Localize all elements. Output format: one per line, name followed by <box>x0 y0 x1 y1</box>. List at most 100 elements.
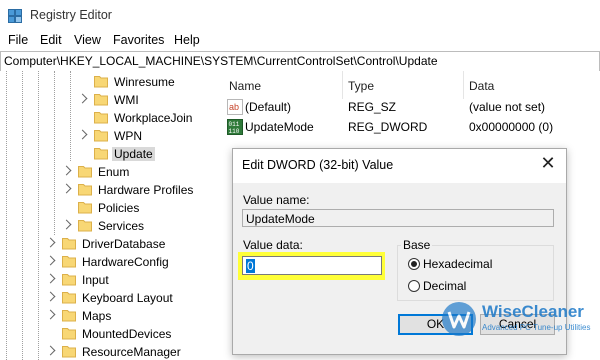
value-name-text: UpdateMode <box>246 212 315 226</box>
tree-item-enum[interactable]: Enum <box>0 163 217 181</box>
tree-item-label: WorkplaceJoin <box>114 111 193 125</box>
column-divider[interactable] <box>342 71 343 99</box>
tree-item-label: Input <box>82 273 109 287</box>
chevron-right-icon[interactable] <box>61 165 72 176</box>
tree-item-label: Winresume <box>114 75 175 89</box>
close-icon[interactable]: ✕ <box>538 154 558 174</box>
value-name: UpdateMode <box>245 120 314 134</box>
wisecleaner-logo-icon <box>442 302 476 336</box>
tree-item-policies[interactable]: Policies <box>0 199 217 217</box>
tree-item-input[interactable]: Input <box>0 271 217 289</box>
tree-item-wmi[interactable]: WMI <box>0 91 217 109</box>
chevron-right-icon[interactable] <box>45 309 56 320</box>
folder-icon <box>62 292 76 304</box>
base-label: Base <box>401 238 433 252</box>
folder-icon <box>78 166 92 178</box>
watermark-name: WiseCleaner <box>482 302 584 321</box>
chevron-right-icon[interactable] <box>61 219 72 230</box>
decimal-label[interactable]: Decimal <box>423 279 466 293</box>
chevron-right-icon[interactable] <box>45 273 56 284</box>
tree-item-keyboard-layout[interactable]: Keyboard Layout <box>0 289 217 307</box>
folder-icon <box>94 94 108 106</box>
svg-text:011: 011 <box>229 121 240 128</box>
watermark-tagline: Advanced PC Tune-up Utilities <box>482 323 591 332</box>
menu-help[interactable]: Help <box>174 33 200 47</box>
svg-text:ab: ab <box>229 102 239 112</box>
value-data-text: 0 <box>246 259 255 273</box>
wisecleaner-watermark: WiseCleaner Advanced PC Tune-up Utilitie… <box>440 298 600 344</box>
value-name-label: Value name: <box>243 193 310 207</box>
tree-item-label: Update <box>112 147 155 161</box>
tree-item-label: HardwareConfig <box>82 255 169 269</box>
folder-icon <box>94 130 108 142</box>
folder-icon <box>78 220 92 232</box>
menu-bar: File Edit View Favorites Help <box>0 31 600 51</box>
menu-file[interactable]: File <box>8 33 28 47</box>
tree-item-label: DriverDatabase <box>82 237 166 251</box>
column-header-data[interactable]: Data <box>469 79 494 93</box>
menu-favorites[interactable]: Favorites <box>113 33 164 47</box>
tree-item-workplacejoin[interactable]: WorkplaceJoin <box>0 109 217 127</box>
folder-icon <box>78 202 92 214</box>
folder-icon <box>94 76 108 88</box>
tree-item-label: Services <box>98 219 145 233</box>
registry-editor-icon <box>8 9 22 23</box>
folder-icon <box>78 184 92 196</box>
column-header-name[interactable]: Name <box>229 79 261 93</box>
tree-item-wpn[interactable]: WPN <box>0 127 217 145</box>
column-divider[interactable] <box>463 71 464 99</box>
chevron-right-icon[interactable] <box>45 237 56 248</box>
registry-tree[interactable]: Winresume WMI WorkplaceJoin WPN Update E… <box>0 71 218 360</box>
folder-icon <box>62 274 76 286</box>
chevron-right-icon[interactable] <box>45 291 56 302</box>
tree-item-label: Enum <box>98 165 130 179</box>
list-header: Name Type Data <box>221 71 600 99</box>
hexadecimal-radio[interactable] <box>408 258 420 270</box>
value-data-input[interactable]: 0 <box>242 256 382 275</box>
chevron-right-icon[interactable] <box>77 93 88 104</box>
value-name-field[interactable]: UpdateMode <box>242 209 554 227</box>
tree-item-label: Hardware Profiles <box>98 183 194 197</box>
value-row-default[interactable]: ab (Default) REG_SZ (value not set) <box>221 98 600 116</box>
tree-item-hardware-profiles[interactable]: Hardware Profiles <box>0 181 217 199</box>
tree-item-label: ResourceManager <box>82 345 181 359</box>
column-header-type[interactable]: Type <box>348 79 374 93</box>
folder-icon <box>94 112 108 124</box>
folder-icon <box>62 256 76 268</box>
folder-icon <box>62 310 76 322</box>
value-type: REG_SZ <box>348 100 397 114</box>
dialog-title: Edit DWORD (32-bit) Value <box>242 158 394 172</box>
tree-item-hardwareconfig[interactable]: HardwareConfig <box>0 253 217 271</box>
tree-item-services[interactable]: Services <box>0 217 217 235</box>
folder-icon <box>62 328 76 340</box>
dword-value-icon: 011 110 <box>227 119 243 135</box>
decimal-radio[interactable] <box>408 280 420 292</box>
folder-icon <box>62 346 76 358</box>
title-bar: Registry Editor <box>0 0 600 31</box>
base-groupbox <box>397 245 554 301</box>
tree-item-driverdatabase[interactable]: DriverDatabase <box>0 235 217 253</box>
menu-edit[interactable]: Edit <box>40 33 62 47</box>
svg-text:110: 110 <box>229 128 240 135</box>
address-path: Computer\HKEY_LOCAL_MACHINE\SYSTEM\Curre… <box>4 54 438 68</box>
tree-item-update[interactable]: Update <box>0 145 217 163</box>
chevron-right-icon[interactable] <box>45 345 56 356</box>
menu-view[interactable]: View <box>74 33 101 47</box>
tree-item-label: Maps <box>82 309 112 323</box>
folder-icon <box>62 238 76 250</box>
address-bar[interactable]: Computer\HKEY_LOCAL_MACHINE\SYSTEM\Curre… <box>0 51 600 72</box>
tree-item-label: WMI <box>114 93 139 107</box>
value-data-label: Value data: <box>243 238 303 252</box>
chevron-right-icon[interactable] <box>45 255 56 266</box>
value-row-updatemode[interactable]: 011 110 UpdateMode REG_DWORD 0x00000000 … <box>221 118 600 136</box>
tree-item-maps[interactable]: Maps <box>0 307 217 325</box>
tree-item-winresume[interactable]: Winresume <box>0 73 217 91</box>
tree-item-label: Keyboard Layout <box>82 291 173 305</box>
tree-item-resourcemanager[interactable]: ResourceManager <box>0 343 217 360</box>
tree-item-mounteddevices[interactable]: MountedDevices <box>0 325 217 343</box>
tree-item-label: Policies <box>98 201 140 215</box>
chevron-right-icon[interactable] <box>61 183 72 194</box>
string-value-icon: ab <box>227 99 243 115</box>
chevron-right-icon[interactable] <box>77 129 88 140</box>
hexadecimal-label[interactable]: Hexadecimal <box>423 257 492 271</box>
